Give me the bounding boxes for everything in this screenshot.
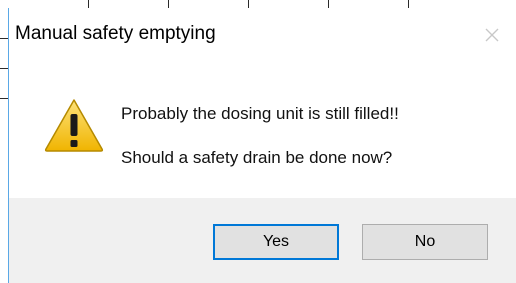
message-line-2: Should a safety drain be done now? (121, 148, 393, 167)
close-button[interactable] (475, 20, 509, 50)
message-dialog: Manual safety emptying Probably the dosi… (8, 8, 516, 283)
warning-icon (44, 99, 104, 152)
button-bar: Yes No (9, 198, 516, 283)
message-area: Probably the dosing unit is still filled… (9, 60, 516, 198)
dialog-title: Manual safety emptying (15, 23, 216, 44)
background-window-edge (0, 0, 516, 8)
no-button[interactable]: No (362, 224, 488, 260)
close-icon (485, 28, 499, 42)
message-line-1: Probably the dosing unit is still filled… (121, 104, 399, 123)
title-bar[interactable]: Manual safety emptying (9, 8, 516, 60)
yes-button[interactable]: Yes (213, 224, 339, 260)
background-window-edge-left (0, 8, 8, 283)
